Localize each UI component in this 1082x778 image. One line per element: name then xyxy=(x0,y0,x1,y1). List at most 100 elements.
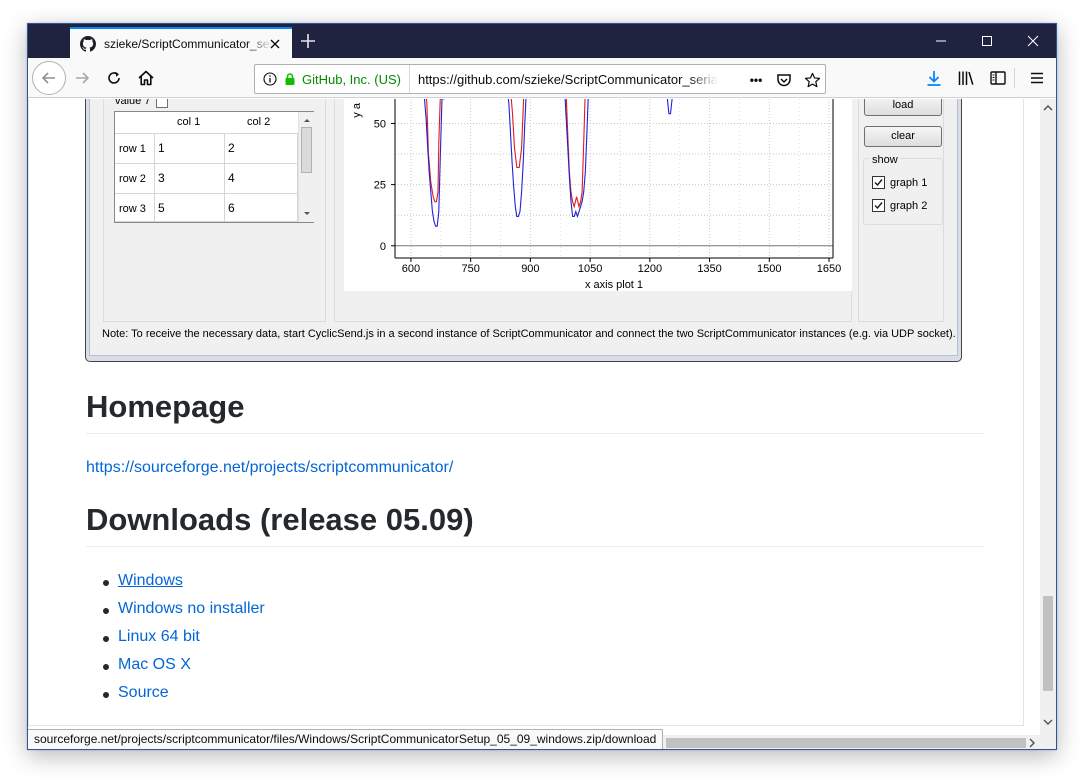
download-link-windows-no-installer[interactable]: Windows no installer xyxy=(118,600,265,617)
arrow-right-icon xyxy=(76,72,90,84)
sidebar-icon xyxy=(990,71,1006,85)
bookmark-button[interactable] xyxy=(803,71,821,89)
browser-window: szieke/ScriptCommunicator_serial-termina… xyxy=(27,23,1057,750)
page-viewport: value 7 col 1 col 2 row 1 1 2 row 2 3 4 xyxy=(28,99,1040,749)
list-item: Windows no installer xyxy=(86,600,265,628)
library-button[interactable] xyxy=(956,68,976,88)
value-label: value 7 xyxy=(115,99,151,107)
app-note-text: Note: To receive the necessary data, sta… xyxy=(102,328,956,340)
window-close-button[interactable] xyxy=(1010,24,1056,58)
close-icon xyxy=(1027,35,1039,47)
chevron-right-icon xyxy=(1029,738,1035,748)
toolbar-separator xyxy=(1014,68,1015,88)
chevron-up-icon xyxy=(304,119,310,122)
homepage-heading: Homepage xyxy=(86,389,984,434)
chevron-down-icon xyxy=(304,212,310,215)
lock-icon xyxy=(285,73,295,85)
table-cell: 3 xyxy=(155,164,225,194)
show-group-title: show xyxy=(870,154,900,166)
value-checkbox xyxy=(156,99,168,108)
pocket-icon xyxy=(777,74,791,87)
checkmark-icon xyxy=(872,176,885,189)
downloads-heading: Downloads (release 05.09) xyxy=(86,502,984,547)
plus-icon[interactable] xyxy=(300,33,316,49)
chevron-up-icon xyxy=(1043,105,1053,111)
pocket-button[interactable] xyxy=(775,71,793,89)
table-cell: 2 xyxy=(225,134,298,164)
arrow-left-icon xyxy=(41,72,55,84)
y-axis-label: y a xyxy=(351,102,363,118)
table-cell: 5 xyxy=(155,194,225,222)
line-chart: 600 750 900 1050 1200 1350 1500 1650 0 25 50 x axis… xyxy=(344,99,852,291)
maximize-icon xyxy=(982,36,992,46)
load-button: load xyxy=(864,99,942,116)
table-cell: 4 xyxy=(225,164,298,194)
x-tick-label: 750 xyxy=(461,263,479,275)
app-screenshot-image: value 7 col 1 col 2 row 1 1 2 row 2 3 4 xyxy=(85,99,962,362)
table-column-header: col 2 xyxy=(247,116,271,128)
sidebar-button[interactable] xyxy=(988,68,1008,88)
y-tick-label: 50 xyxy=(374,118,386,130)
graph-2-checkbox: graph 2 xyxy=(872,199,927,212)
tab-title: szieke/ScriptCommunicator_serial-termina… xyxy=(104,36,272,51)
browser-tab[interactable]: szieke/ScriptCommunicator_serial-termina… xyxy=(70,27,292,58)
reload-icon xyxy=(108,71,120,84)
download-link-windows[interactable]: Windows xyxy=(118,572,183,589)
home-icon xyxy=(138,70,154,86)
app-right-panel: load clear show graph 1 graph 2 xyxy=(858,99,944,322)
x-tick-label: 600 xyxy=(402,263,420,275)
table-cell: 1 xyxy=(155,134,225,164)
app-plot-panel: 600 750 900 1050 1200 1350 1500 1650 0 25 50 x axis… xyxy=(334,99,852,322)
back-button[interactable] xyxy=(32,61,66,95)
downloads-button[interactable] xyxy=(924,68,944,88)
list-item: Mac OS X xyxy=(86,656,265,684)
download-link-source[interactable]: Source xyxy=(118,684,169,701)
checkmark-icon xyxy=(872,199,885,212)
download-link-linux[interactable]: Linux 64 bit xyxy=(118,628,200,645)
clear-button: clear xyxy=(864,126,942,147)
homepage-link[interactable]: https://sourceforge.net/projects/scriptc… xyxy=(86,459,453,477)
app-window: value 7 col 1 col 2 row 1 1 2 row 2 3 4 xyxy=(89,99,958,356)
close-icon[interactable] xyxy=(268,37,282,51)
vertical-scrollbar-thumb[interactable] xyxy=(1043,596,1053,691)
github-icon xyxy=(80,35,96,52)
downloads-list: Windows Windows no installer Linux 64 bi… xyxy=(86,572,265,712)
y-tick-label: 0 xyxy=(380,241,386,253)
app-left-panel: value 7 col 1 col 2 row 1 1 2 row 2 3 4 xyxy=(103,99,326,322)
table-scrollbar xyxy=(298,112,314,222)
x-axis-label: x axis plot 1 xyxy=(585,279,643,291)
site-identity[interactable]: GitHub, Inc. (US) xyxy=(255,65,410,93)
scroll-right-button[interactable] xyxy=(1024,735,1040,749)
download-icon xyxy=(927,71,941,86)
scroll-down-button[interactable] xyxy=(1040,715,1056,729)
address-bar[interactable]: GitHub, Inc. (US) https://github.com/szi… xyxy=(254,64,826,94)
graph-1-label: graph 1 xyxy=(890,176,928,189)
table-cell: 6 xyxy=(225,194,298,222)
minimize-icon xyxy=(936,40,946,42)
forward-button[interactable] xyxy=(68,64,96,92)
scroll-up-button[interactable] xyxy=(1040,101,1056,115)
home-button[interactable] xyxy=(132,64,160,92)
chevron-down-icon xyxy=(1043,719,1053,725)
x-tick-label: 900 xyxy=(521,263,539,275)
maximize-button[interactable] xyxy=(964,24,1010,58)
hamburger-menu-icon xyxy=(1031,72,1043,84)
minimize-button[interactable] xyxy=(918,24,964,58)
navigation-toolbar: GitHub, Inc. (US) https://github.com/szi… xyxy=(28,58,1056,98)
download-link-mac[interactable]: Mac OS X xyxy=(118,656,191,673)
x-tick-label: 1650 xyxy=(817,263,841,275)
graph-2-label: graph 2 xyxy=(890,199,928,212)
url-text[interactable]: https://github.com/szieke/ScriptCommunic… xyxy=(418,72,718,87)
app-table: col 1 col 2 row 1 1 2 row 2 3 4 row 3 5 … xyxy=(114,111,314,223)
reload-button[interactable] xyxy=(100,64,128,92)
vertical-scrollbar[interactable] xyxy=(1040,99,1056,735)
table-scrollbar-thumb xyxy=(301,127,312,173)
identity-organization: GitHub, Inc. (US) xyxy=(302,71,401,87)
page-actions-button[interactable]: ••• xyxy=(747,71,765,89)
title-bar: szieke/ScriptCommunicator_serial-termina… xyxy=(28,24,1056,58)
open-menu-button[interactable] xyxy=(1027,68,1047,88)
y-tick-label: 25 xyxy=(374,180,386,192)
list-item: Windows xyxy=(86,572,265,600)
table-row-header: row 3 xyxy=(115,194,155,222)
horizontal-scrollbar-thumb[interactable] xyxy=(666,738,1026,748)
